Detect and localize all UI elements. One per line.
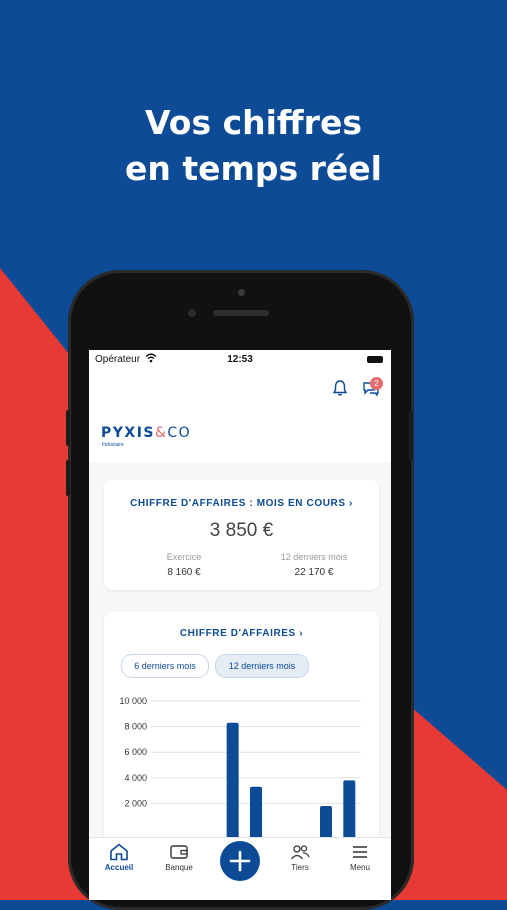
chart-bar[interactable]	[226, 722, 239, 840]
add-button[interactable]	[220, 841, 260, 881]
wallet-icon	[170, 845, 188, 859]
stat-label: Exercice	[166, 552, 202, 562]
logo-suffix: CO	[167, 425, 192, 441]
hamburger-icon	[353, 846, 367, 858]
phone-volume-button	[66, 410, 70, 446]
tab-label: Accueil	[104, 863, 134, 872]
logo-area: PYXIS&CO Fiduciaire	[89, 410, 391, 462]
y-tick-label: 10 000	[119, 696, 147, 706]
logo-name: PYXIS	[101, 425, 155, 441]
chart-bar[interactable]	[250, 786, 262, 840]
front-camera	[188, 309, 196, 317]
tab-banque[interactable]: Banque	[154, 843, 204, 872]
revenue-card-title[interactable]: CHIFFRE D'AFFAIRES : MOIS EN COURS ›	[104, 498, 379, 509]
phone-screen: Opérateur 12:53 2 PYXIS&CO Fiduciaire CH…	[89, 350, 391, 900]
filter-6-months[interactable]: 6 derniers mois	[121, 654, 209, 678]
status-time: 12:53	[227, 354, 253, 365]
headline: Vos chiffres en temps réel	[0, 100, 507, 192]
tab-label: Menu	[349, 863, 370, 872]
tab-label: Banque	[165, 863, 193, 872]
battery-icon	[367, 356, 383, 363]
tab-menu[interactable]: Menu	[335, 843, 385, 872]
y-tick-label: 2 000	[124, 798, 147, 808]
bell-icon[interactable]	[332, 379, 348, 397]
brand-logo: PYXIS&CO	[101, 425, 191, 441]
tab-accueil[interactable]: Accueil	[94, 843, 144, 872]
y-tick-label: 6 000	[124, 747, 147, 757]
logo-amp: &	[154, 425, 168, 441]
stat-value: 8 160 €	[167, 567, 201, 578]
revenue-bar-chart: 10 000 8 000 6 000 4 000 2 000	[119, 696, 361, 840]
filter-12-months[interactable]: 12 derniers mois	[215, 654, 309, 678]
top-bar: 2	[89, 370, 391, 410]
tab-tiers[interactable]: Tiers	[275, 843, 325, 872]
revenue-card[interactable]: CHIFFRE D'AFFAIRES : MOIS EN COURS › 3 8…	[104, 480, 379, 590]
people-icon	[290, 845, 310, 860]
stat-value: 22 170 €	[294, 567, 334, 578]
stat-12-months: 12 derniers mois 22 170 €	[264, 552, 364, 578]
revenue-amount: 3 850 €	[209, 520, 274, 541]
phone-power-button	[409, 410, 413, 460]
phone-volume-button	[66, 460, 70, 496]
stat-exercice: Exercice 8 160 €	[144, 552, 224, 578]
logo-subtitle: Fiduciaire	[102, 442, 124, 448]
chat-badge: 2	[370, 377, 383, 390]
chart-bar[interactable]	[343, 780, 356, 840]
chart-bar[interactable]	[320, 805, 332, 840]
plus-icon	[229, 850, 251, 872]
home-icon	[110, 843, 128, 861]
stat-label: 12 derniers mois	[280, 552, 348, 562]
y-tick-label: 4 000	[124, 773, 147, 783]
headline-line-2: en temps réel	[124, 149, 382, 188]
chart-card-title[interactable]: CHIFFRE D'AFFAIRES ›	[104, 628, 379, 639]
earpiece-speaker	[213, 310, 269, 316]
status-bar: Opérateur 12:53	[89, 350, 391, 370]
tab-label: Tiers	[291, 863, 309, 872]
headline-line-1: Vos chiffres	[145, 103, 362, 142]
y-tick-label: 8 000	[124, 722, 147, 732]
camera-dot	[238, 289, 245, 296]
